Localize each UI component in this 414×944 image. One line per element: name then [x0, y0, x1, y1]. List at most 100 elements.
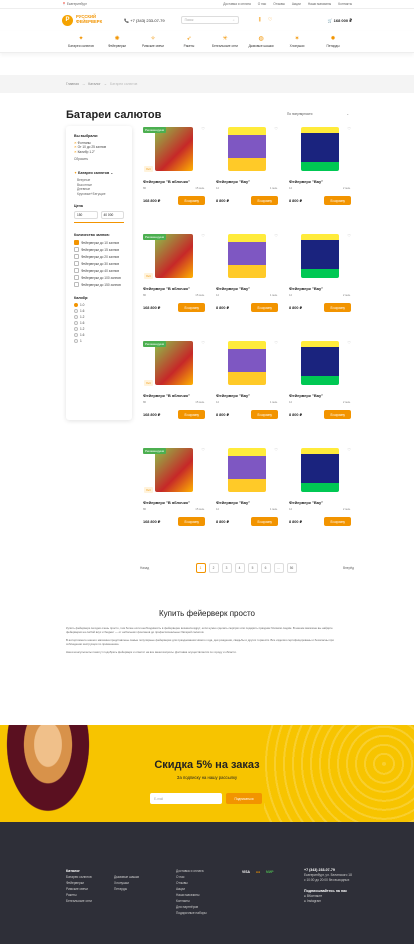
product-card[interactable]: Рекомендуем Хит ♡ Фейерверк "В яблочко" 80 15…	[140, 338, 208, 445]
checkbox[interactable]	[74, 261, 79, 267]
page-number[interactable]: 2	[208, 563, 219, 573]
product-image[interactable]: ♡	[213, 338, 281, 388]
heart-icon[interactable]: ♡	[268, 17, 272, 23]
heart-icon[interactable]: ♡	[274, 233, 278, 238]
cart-button[interactable]: 🛒 168 000 ₽	[328, 18, 352, 23]
radio[interactable]	[74, 333, 78, 338]
subcategory-link[interactable]: Круговые+Бегущие	[77, 192, 124, 197]
product-name[interactable]: Фейерверк "Вау"	[216, 286, 281, 291]
heart-icon[interactable]: ♡	[274, 340, 278, 345]
caliber-option[interactable]: 1.6	[74, 309, 124, 314]
heart-icon[interactable]: ♡	[201, 126, 205, 131]
shots-option[interactable]: Фейерверки до 10 залпов	[74, 240, 124, 246]
product-image[interactable]: Рекомендуем Хит ♡	[140, 445, 208, 495]
add-to-cart-button[interactable]: В корзину	[324, 196, 351, 205]
product-card[interactable]: ♡ Фейерверк "Вау" 12 1 мин. 8 800 ₽ В корзину	[213, 338, 281, 445]
checkbox[interactable]	[74, 268, 79, 274]
product-card[interactable]: ♡ Фейерверк "Вау" 12 2 мин. 8 800 ₽ В корзину	[286, 445, 354, 552]
page-number[interactable]: 5	[247, 563, 258, 573]
price-from-input[interactable]: 150	[74, 211, 98, 220]
product-name[interactable]: Фейерверк "Вау"	[216, 393, 281, 398]
product-name[interactable]: Фейерверк "В яблочко"	[143, 286, 208, 291]
checkbox[interactable]	[74, 275, 79, 281]
heart-icon[interactable]: ♡	[347, 340, 351, 345]
product-name[interactable]: Фейерверк "Вау"	[216, 179, 281, 184]
logo[interactable]: Р РУССКИЙ ФЕЙЕРВЕРК	[62, 14, 102, 26]
search-icon[interactable]: ⌕	[233, 18, 235, 22]
product-name[interactable]: Фейерверк "Вау"	[216, 500, 281, 505]
breadcrumb-item[interactable]: Главная	[66, 82, 79, 86]
price-to-input[interactable]: 40 000	[100, 211, 124, 220]
breadcrumb-item[interactable]: Каталог	[88, 82, 100, 86]
product-name[interactable]: Фейерверк "В яблочко"	[143, 393, 208, 398]
shots-option[interactable]: Фейерверки до 150 залпов	[74, 282, 124, 288]
product-card[interactable]: ♡ Фейерверк "Вау" 12 2 мин. 8 800 ₽ В корзину	[286, 124, 354, 231]
social-link[interactable]: ● Instagram	[304, 899, 352, 904]
page-number[interactable]: ...	[273, 563, 284, 573]
footer-link[interactable]: Бенгальские огни	[66, 898, 92, 904]
checkbox[interactable]	[74, 282, 79, 288]
shots-option[interactable]: Фейерверки до 100 залпов	[74, 275, 124, 281]
add-to-cart-button[interactable]: В корзину	[251, 196, 278, 205]
shots-option[interactable]: Фейерверки до 30 залпов	[74, 261, 124, 267]
checkbox[interactable]	[74, 240, 79, 246]
product-image[interactable]: ♡	[213, 445, 281, 495]
product-card[interactable]: ♡ Фейерверк "Вау" 12 2 мин. 8 800 ₽ В корзину	[286, 338, 354, 445]
add-to-cart-button[interactable]: В корзину	[251, 303, 278, 312]
product-image[interactable]: Рекомендуем Хит ♡	[140, 338, 208, 388]
product-image[interactable]: ♡	[286, 338, 354, 388]
add-to-cart-button[interactable]: В корзину	[178, 410, 205, 419]
product-card[interactable]: ♡ Фейерверк "Вау" 12 1 мин. 8 800 ₽ В корзину	[213, 124, 281, 231]
checkbox[interactable]	[74, 247, 79, 253]
compare-icon[interactable]: ⫼	[259, 17, 261, 23]
radio[interactable]	[74, 315, 78, 320]
add-to-cart-button[interactable]: В корзину	[251, 517, 278, 526]
radio[interactable]	[74, 339, 78, 344]
heart-icon[interactable]: ♡	[201, 447, 205, 452]
heart-icon[interactable]: ♡	[274, 447, 278, 452]
price-slider[interactable]	[74, 222, 124, 224]
page-number[interactable]: 3	[221, 563, 232, 573]
page-number[interactable]: 6	[260, 563, 271, 573]
next-page-link[interactable]: Вперёд	[343, 566, 354, 570]
heart-icon[interactable]: ♡	[347, 447, 351, 452]
shots-option[interactable]: Фейерверки до 40 залпов	[74, 268, 124, 274]
add-to-cart-button[interactable]: В корзину	[178, 303, 205, 312]
search-input[interactable]: Поиск ⌕	[180, 16, 239, 24]
top-link[interactable]: Акции	[292, 2, 301, 6]
radio[interactable]	[74, 327, 78, 332]
product-name[interactable]: Фейерверк "В яблочко"	[143, 500, 208, 505]
product-card[interactable]: ♡ Фейерверк "Вау" 12 2 мин. 8 800 ₽ В корзину	[286, 231, 354, 338]
add-to-cart-button[interactable]: В корзину	[251, 410, 278, 419]
heart-icon[interactable]: ♡	[274, 126, 278, 131]
shots-option[interactable]: Фейерверки до 15 залпов	[74, 247, 124, 253]
product-card[interactable]: Рекомендуем Хит ♡ Фейерверк "В яблочко" 80 15…	[140, 231, 208, 338]
product-card[interactable]: ♡ Фейерверк "Вау" 12 1 мин. 8 800 ₽ В корзину	[213, 445, 281, 552]
top-link[interactable]: Контакты	[338, 2, 352, 6]
chosen-item[interactable]: ✕ Калибр 1.2"	[74, 150, 124, 154]
city-selector[interactable]: 📍 Екатеринбург	[62, 2, 87, 6]
nav-item[interactable]: ✺ Фейерверки	[102, 35, 132, 48]
heart-icon[interactable]: ♡	[201, 340, 205, 345]
footer-link[interactable]: Петарды	[114, 886, 139, 892]
product-card[interactable]: ♡ Фейерверк "Вау" 12 1 мин. 8 800 ₽ В корзину	[213, 231, 281, 338]
product-image[interactable]: ♡	[213, 124, 281, 174]
nav-item[interactable]: ◍ Дымовые шашки	[246, 35, 276, 48]
nav-item[interactable]: ✳ Бенгальские огни	[210, 35, 240, 48]
heart-icon[interactable]: ♡	[347, 233, 351, 238]
page-number[interactable]: 56	[286, 563, 297, 573]
page-number[interactable]: 4	[234, 563, 245, 573]
add-to-cart-button[interactable]: В корзину	[178, 517, 205, 526]
nav-item[interactable]: ✦ Батареи салютов	[66, 35, 96, 48]
top-link[interactable]: Наши магазины	[308, 2, 331, 6]
product-image[interactable]: ♡	[286, 124, 354, 174]
product-card[interactable]: Рекомендуем Хит ♡ Фейерверк "В яблочко" 80 15…	[140, 124, 208, 231]
category-filter[interactable]: ✦ Батареи салютов ⌄	[74, 171, 124, 175]
email-field[interactable]: E-mail	[150, 793, 222, 804]
footer-link[interactable]: Подарочные наборы	[176, 910, 207, 916]
add-to-cart-button[interactable]: В корзину	[178, 196, 205, 205]
product-image[interactable]: Рекомендуем Хит ♡	[140, 124, 208, 174]
nav-item[interactable]: ✶ Хлопушки	[282, 35, 312, 48]
nav-item[interactable]: ✧ Римские свечи	[138, 35, 168, 48]
prev-page-link[interactable]: Назад	[140, 566, 149, 570]
